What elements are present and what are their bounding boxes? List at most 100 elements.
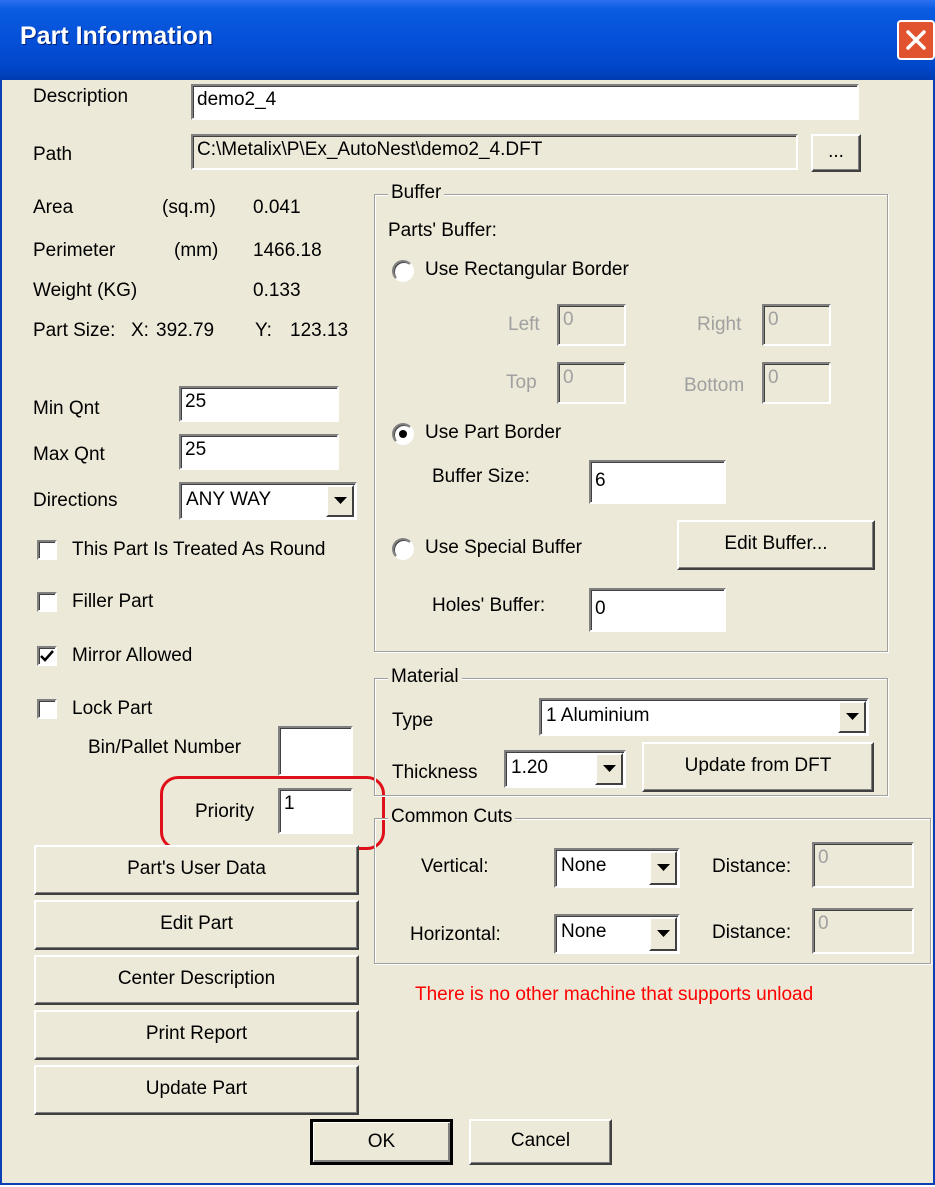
path-field: C:\Metalix\P\Ex_AutoNest\demo2_4.DFT [191, 134, 798, 170]
parts-buffer-label: Parts' Buffer: [388, 220, 497, 241]
material-group-title: Material [388, 666, 462, 688]
vertical-label: Vertical: [421, 856, 489, 877]
buffer-size-label: Buffer Size: [432, 466, 530, 487]
vertical-cuts-value: None [561, 855, 607, 876]
treated-as-round-label: This Part Is Treated As Round [72, 539, 326, 560]
max-qnt-label: Max Qnt [33, 444, 105, 465]
weight-value: 0.133 [253, 280, 301, 301]
bin-pallet-label: Bin/Pallet Number [88, 737, 242, 758]
area-value: 0.041 [253, 197, 301, 218]
left-input[interactable]: 0 [557, 304, 626, 346]
weight-label: Weight (KG) [33, 280, 138, 301]
mirror-allowed-checkbox[interactable] [37, 646, 57, 666]
window-title: Part Information [20, 22, 214, 50]
perimeter-unit: (mm) [174, 240, 219, 261]
description-label: Description [33, 86, 129, 107]
chevron-down-icon [657, 864, 670, 871]
directions-select[interactable]: ANY WAY [179, 482, 357, 520]
chevron-down-icon [334, 497, 347, 504]
directions-dropdown-button[interactable] [326, 485, 354, 517]
browse-path-button[interactable]: ... [811, 134, 861, 172]
max-qnt-input[interactable]: 25 [179, 434, 339, 470]
rectangular-border-radio[interactable] [392, 260, 414, 282]
cancel-button[interactable]: Cancel [469, 1119, 612, 1165]
special-buffer-radio[interactable] [392, 538, 414, 560]
rectangular-border-label: Use Rectangular Border [425, 259, 629, 280]
treated-as-round-checkbox[interactable] [37, 540, 57, 560]
vertical-distance-input[interactable]: 0 [812, 842, 914, 888]
bottom-input[interactable]: 0 [762, 362, 831, 404]
lock-part-label: Lock Part [72, 698, 153, 719]
material-type-select[interactable]: 1 Aluminium [539, 698, 869, 736]
left-label: Left [508, 314, 540, 335]
vertical-cuts-dropdown-button[interactable] [649, 851, 677, 885]
horizontal-cuts-dropdown-button[interactable] [649, 917, 677, 951]
part-size-x-label: X: [131, 320, 149, 341]
top-input[interactable]: 0 [557, 362, 626, 404]
area-unit: (sq.m) [162, 197, 216, 218]
perimeter-label: Perimeter [33, 240, 116, 261]
bin-pallet-input[interactable] [278, 726, 353, 776]
filler-part-checkbox[interactable] [37, 592, 57, 612]
part-size-y-value: 123.13 [290, 320, 349, 341]
update-part-button[interactable]: Update Part [34, 1065, 359, 1115]
horizontal-cuts-select[interactable]: None [554, 914, 680, 954]
holes-buffer-label: Holes' Buffer: [432, 595, 546, 616]
lock-part-checkbox[interactable] [37, 699, 57, 719]
checkmark-icon [40, 650, 54, 662]
parts-user-data-button[interactable]: Part's User Data [34, 845, 359, 895]
material-type-dropdown-button[interactable] [838, 701, 866, 733]
thickness-value: 1.20 [511, 757, 548, 778]
vertical-distance-label: Distance: [712, 856, 792, 877]
center-description-button[interactable]: Center Description [34, 955, 359, 1005]
part-size-y-label: Y: [255, 320, 272, 341]
common-cuts-group-title: Common Cuts [388, 806, 516, 828]
buffer-size-input[interactable]: 6 [589, 460, 726, 504]
close-icon [906, 30, 926, 50]
thickness-select[interactable]: 1.20 [504, 750, 626, 788]
min-qnt-input[interactable]: 25 [179, 386, 339, 422]
radio-selected-dot [399, 430, 407, 438]
perimeter-value: 1466.18 [253, 240, 322, 261]
filler-part-label: Filler Part [72, 591, 154, 612]
print-report-button[interactable]: Print Report [34, 1010, 359, 1060]
special-buffer-label: Use Special Buffer [425, 537, 583, 558]
type-label: Type [392, 710, 434, 731]
bottom-label: Bottom [684, 375, 745, 396]
part-size-x-value: 392.79 [156, 320, 215, 341]
directions-label: Directions [33, 490, 118, 511]
path-label: Path [33, 144, 73, 165]
chevron-down-icon [657, 930, 670, 937]
ok-button[interactable]: OK [310, 1119, 453, 1165]
top-label: Top [506, 372, 537, 393]
title-bar[interactable]: Part Information [0, 0, 935, 80]
edit-buffer-button[interactable]: Edit Buffer... [677, 520, 875, 570]
right-label: Right [697, 314, 742, 335]
horizontal-distance-label: Distance: [712, 922, 792, 943]
buffer-group-title: Buffer [388, 182, 445, 204]
min-qnt-label: Min Qnt [33, 398, 100, 419]
thickness-dropdown-button[interactable] [595, 753, 623, 785]
material-type-value: 1 Aluminium [546, 705, 650, 726]
unload-warning-text: There is no other machine that supports … [415, 984, 814, 1005]
part-border-label: Use Part Border [425, 422, 562, 443]
close-button[interactable] [897, 20, 935, 60]
area-label: Area [33, 197, 74, 218]
mirror-allowed-label: Mirror Allowed [72, 645, 193, 666]
update-from-dft-button[interactable]: Update from DFT [642, 742, 874, 792]
vertical-cuts-select[interactable]: None [554, 848, 680, 888]
holes-buffer-input[interactable]: 0 [589, 588, 726, 632]
horizontal-distance-input[interactable]: 0 [812, 908, 914, 954]
part-border-radio[interactable] [392, 423, 414, 445]
description-input[interactable]: demo2_4 [191, 84, 859, 120]
horizontal-label: Horizontal: [410, 924, 501, 945]
directions-value: ANY WAY [186, 489, 272, 510]
priority-highlight-annotation [160, 776, 385, 850]
right-input[interactable]: 0 [762, 304, 831, 346]
chevron-down-icon [846, 713, 859, 720]
part-size-label: Part Size: [33, 320, 116, 341]
edit-part-button[interactable]: Edit Part [34, 900, 359, 950]
horizontal-cuts-value: None [561, 921, 607, 942]
chevron-down-icon [603, 765, 616, 772]
thickness-label: Thickness [392, 762, 478, 783]
